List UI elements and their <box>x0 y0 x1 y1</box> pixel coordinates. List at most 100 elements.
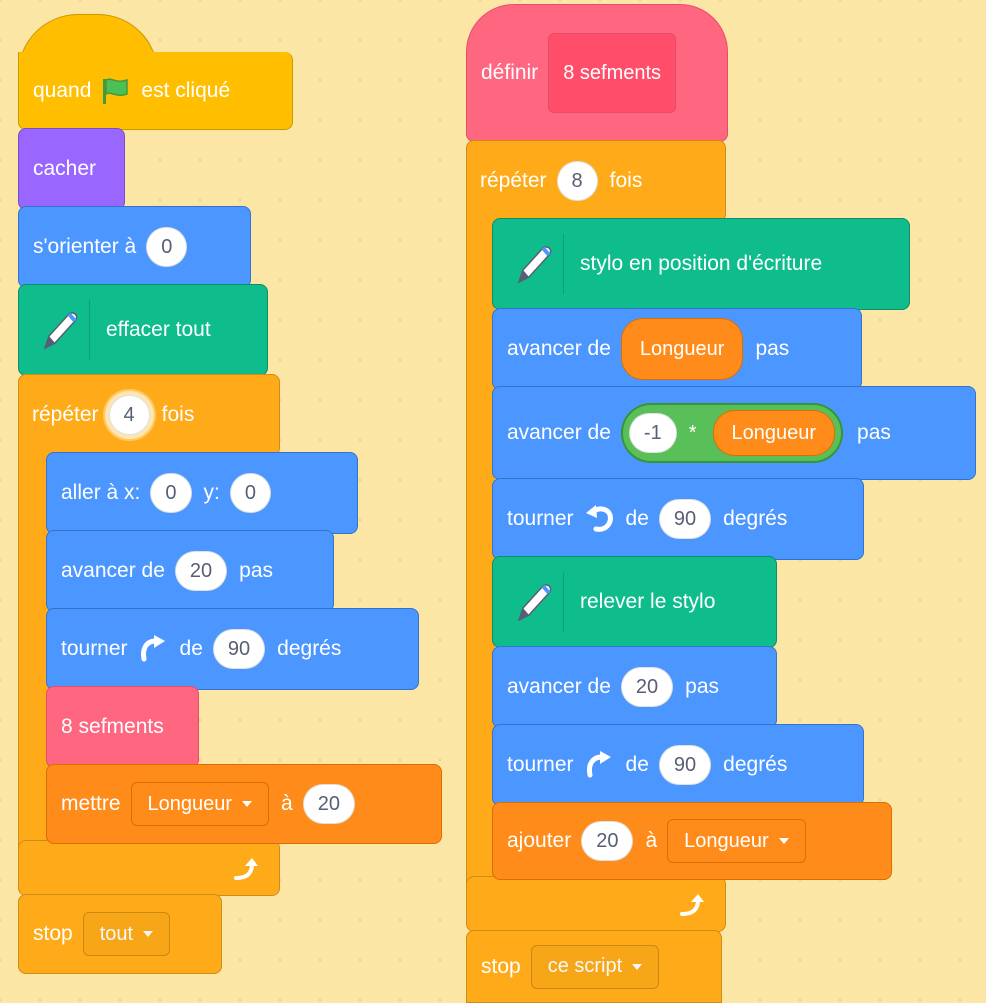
move-longueur-block[interactable]: avancer de Longueur pas <box>492 308 862 390</box>
change-to-label: à <box>645 829 658 852</box>
steps-input[interactable]: 20 <box>174 551 228 591</box>
set-variable-block[interactable]: mettre Longueur à 20 <box>46 764 442 844</box>
repeat-right-label: répéter <box>480 169 547 192</box>
turn-left-suffix: degrés <box>723 507 788 530</box>
move2-label: avancer de <box>507 421 611 444</box>
longueur-reporter[interactable]: Longueur <box>712 410 836 456</box>
variable-dropdown-value: Longueur <box>147 792 233 815</box>
variable-dropdown[interactable]: Longueur <box>667 819 806 863</box>
define-name: 8 sefments <box>563 61 662 84</box>
erase-all-block[interactable]: effacer tout <box>18 284 268 376</box>
pen-up-label: relever le stylo <box>580 590 716 613</box>
stop-label: stop <box>33 922 73 945</box>
steps-input-right[interactable]: 20 <box>620 667 674 707</box>
move1-suffix: pas <box>755 337 790 360</box>
degrees-input[interactable]: 90 <box>212 629 266 669</box>
repeat-right-count-input[interactable]: 8 <box>556 161 598 201</box>
chevron-down-icon <box>778 838 789 844</box>
set-label: mettre <box>61 792 121 815</box>
repeat-block-right-side <box>466 200 495 900</box>
stop-block[interactable]: stop tout <box>18 894 222 974</box>
turn-right-label: tourner <box>507 753 574 776</box>
stop-this-script-block[interactable]: stop ce script <box>466 930 722 1003</box>
move3-label: avancer de <box>507 675 611 698</box>
turn-right-suffix: degrés <box>723 753 788 776</box>
turn-left-label: tourner <box>507 507 574 530</box>
move-steps-block-right[interactable]: avancer de 20 pas <box>492 646 777 728</box>
turn-de: de <box>179 637 203 660</box>
set-value-input[interactable]: 20 <box>302 784 355 824</box>
pen-down-block[interactable]: stylo en position d'écriture <box>492 218 910 310</box>
when-flag-clicked-block[interactable]: quand est cliqué <box>18 52 293 130</box>
move3-suffix: pas <box>685 675 720 698</box>
move2-suffix: pas <box>857 421 891 444</box>
move-suffix: pas <box>239 559 274 582</box>
change-label: ajouter <box>507 829 572 852</box>
turn-right-block[interactable]: tourner de 90 degrés <box>46 608 419 690</box>
turn-right-de: de <box>625 753 649 776</box>
repeat-right-suffix: fois <box>609 169 643 192</box>
hat-text-before: quand <box>33 78 92 102</box>
variable-dropdown-value: Longueur <box>684 829 769 852</box>
multiply-symbol: * <box>688 421 697 444</box>
stop-right-dropdown[interactable]: ce script <box>530 944 660 989</box>
erase-label: effacer tout <box>106 318 211 341</box>
turn-left-degrees-input[interactable]: 90 <box>658 499 712 539</box>
repeat-header: répéter 4 fois <box>18 374 280 456</box>
custom-block-call[interactable]: 8 sefments <box>46 686 199 768</box>
pen-icon <box>503 234 564 294</box>
goto-label: aller à x: <box>61 481 141 504</box>
stop-dropdown[interactable]: tout <box>82 912 171 956</box>
chevron-down-icon <box>143 931 154 937</box>
change-variable-block[interactable]: ajouter 20 à Longueur <box>492 802 892 880</box>
set-to-label: à <box>281 792 293 815</box>
pen-icon <box>503 572 564 632</box>
define-block[interactable]: définir 8 sefments <box>466 4 728 142</box>
turn-right-block-2[interactable]: tourner de 90 degrés <box>492 724 864 806</box>
pen-icon <box>29 300 90 360</box>
stop-dropdown-value: tout <box>99 922 134 945</box>
stop-right-dropdown-value: ce script <box>547 955 623 977</box>
point-in-direction-block[interactable]: s'orienter à 0 <box>18 206 251 288</box>
multiply-left-input[interactable]: -1 <box>628 413 677 453</box>
stop-right-label: stop <box>481 954 521 978</box>
repeat-count-input[interactable]: 4 <box>108 395 150 435</box>
rotate-left-icon <box>584 505 614 533</box>
loop-arrow-icon <box>680 894 704 916</box>
change-value-input[interactable]: 20 <box>581 821 634 861</box>
repeat-label: répéter <box>32 403 99 426</box>
chevron-down-icon <box>242 801 253 807</box>
green-flag-icon <box>101 77 131 105</box>
turn-suffix: degrés <box>277 637 342 660</box>
move-label: avancer de <box>61 559 165 582</box>
longueur-reporter[interactable]: Longueur <box>620 318 744 380</box>
move-negative-block[interactable]: avancer de -1 * Longueur pas <box>492 386 976 480</box>
turn-left-de: de <box>625 507 649 530</box>
turn-label: tourner <box>61 637 128 660</box>
variable-dropdown[interactable]: Longueur <box>130 782 270 826</box>
go-to-xy-block[interactable]: aller à x: 0 y: 0 <box>46 452 358 534</box>
repeat-header-right: répéter 8 fois <box>466 140 726 222</box>
custom-block-label: 8 sefments <box>61 715 164 738</box>
move1-label: avancer de <box>507 337 611 360</box>
pen-up-block[interactable]: relever le stylo <box>492 556 777 648</box>
y-input[interactable]: 0 <box>229 473 271 513</box>
turn-left-block[interactable]: tourner de 90 degrés <box>492 478 864 560</box>
turn-right-degrees-input[interactable]: 90 <box>658 745 712 785</box>
rotate-right-icon <box>584 751 614 779</box>
rotate-right-icon <box>138 635 168 663</box>
chevron-down-icon <box>632 963 643 970</box>
define-prototype[interactable]: 8 sefments <box>548 33 677 113</box>
hide-label: cacher <box>33 157 97 180</box>
pen-down-label: stylo en position d'écriture <box>580 252 823 275</box>
x-input[interactable]: 0 <box>150 473 192 513</box>
loop-arrow-icon <box>234 858 258 880</box>
move-steps-block[interactable]: avancer de 20 pas <box>46 530 334 612</box>
hat-text-after: est cliqué <box>141 78 231 102</box>
repeat-block-side <box>18 440 49 860</box>
repeat-suffix: fois <box>161 403 195 426</box>
define-label: définir <box>481 61 539 84</box>
multiply-operator[interactable]: -1 * Longueur <box>620 403 844 463</box>
direction-input[interactable]: 0 <box>146 227 188 267</box>
hide-block[interactable]: cacher <box>18 128 125 210</box>
